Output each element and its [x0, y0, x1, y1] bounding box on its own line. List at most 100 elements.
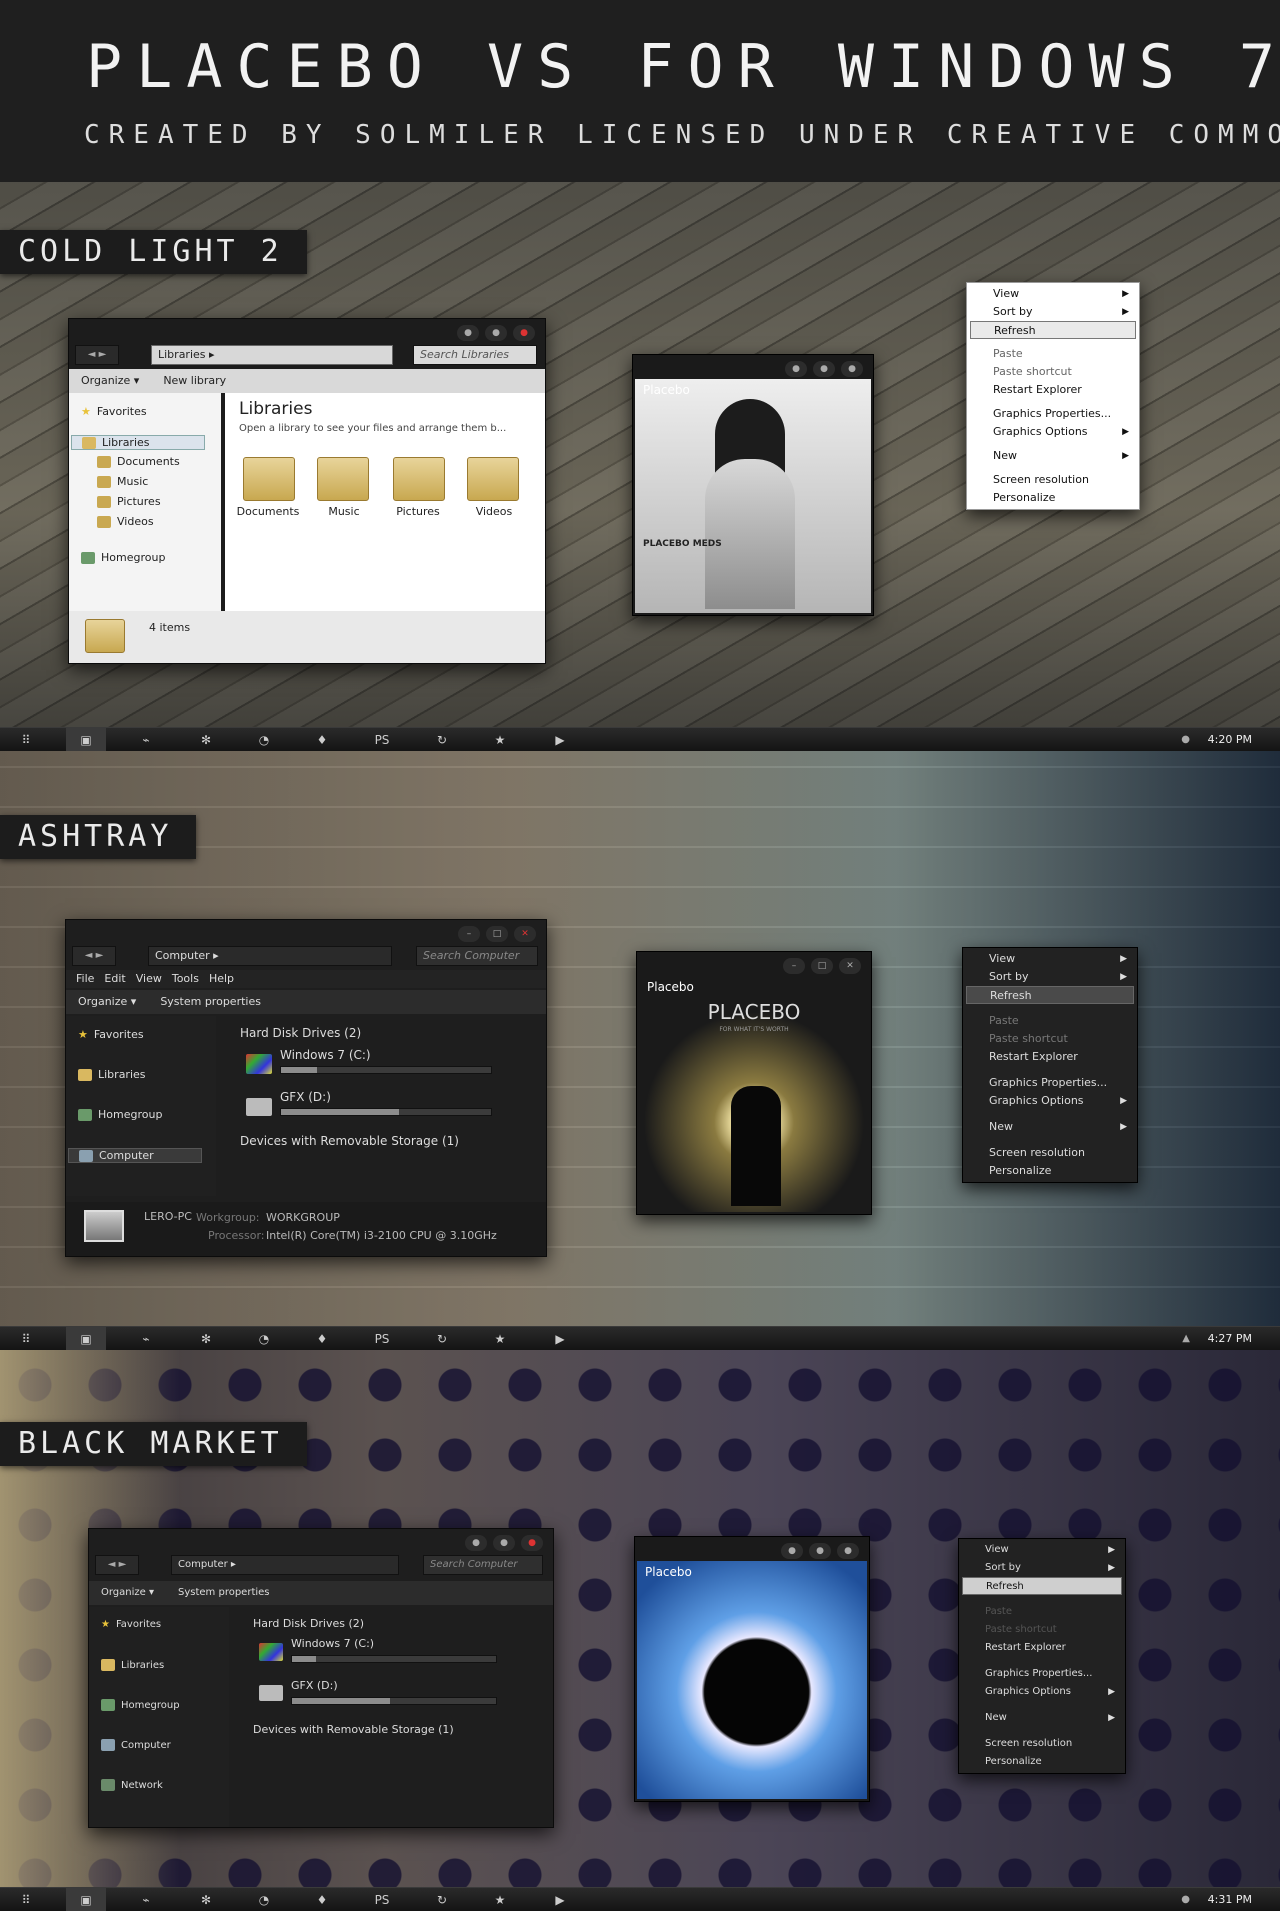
explorer-window[interactable]: ● ● ● ◄ ► Libraries ▸ Search Libraries O…: [68, 318, 546, 664]
nav-favorites[interactable]: ★ Favorites: [101, 1619, 161, 1630]
nav-favorites[interactable]: ★ Favorites: [81, 405, 147, 418]
nav-music[interactable]: Music: [97, 475, 148, 488]
close-button[interactable]: ✕: [839, 958, 861, 974]
minimize-button[interactable]: –: [458, 926, 480, 942]
music-folder-icon[interactable]: [317, 457, 369, 501]
refresh-taskbar-icon[interactable]: ↻: [422, 1888, 462, 1911]
nav-homegroup[interactable]: Homegroup: [78, 1108, 162, 1121]
firefox-taskbar-icon[interactable]: ◔: [244, 728, 284, 752]
play-taskbar-icon[interactable]: ▶: [540, 1888, 580, 1911]
menu-item-screen-resolution[interactable]: Screen resolution: [989, 1144, 1127, 1162]
clock[interactable]: 4:20 PM: [1208, 728, 1252, 752]
nav-homegroup[interactable]: Homegroup: [101, 1699, 180, 1711]
back-forward-buttons[interactable]: ◄ ►: [95, 1555, 139, 1575]
menu-item-refresh[interactable]: Refresh: [970, 321, 1136, 339]
search-input[interactable]: Search Computer: [423, 1555, 543, 1575]
menu-item-new[interactable]: New ▶: [993, 447, 1129, 465]
system-properties-button[interactable]: System properties: [160, 995, 261, 1008]
pictures-folder-icon[interactable]: [393, 457, 445, 501]
start-button[interactable]: ⠿: [6, 1888, 46, 1911]
photoshop-taskbar-icon[interactable]: PS: [362, 1888, 402, 1911]
play-taskbar-icon[interactable]: ▶: [540, 1327, 580, 1351]
menu-item-graphics-options[interactable]: Graphics Options ▶: [989, 1092, 1127, 1110]
organize-button[interactable]: Organize ▾: [78, 995, 136, 1008]
tray-icon[interactable]: ●: [1181, 1888, 1190, 1911]
minimize-button[interactable]: ●: [465, 1535, 487, 1551]
menu-edit[interactable]: Edit: [104, 972, 125, 985]
settings-taskbar-icon[interactable]: ✻: [186, 1888, 226, 1911]
search-input[interactable]: Search Libraries: [413, 345, 537, 365]
menu-item-sort-by[interactable]: Sort by ▶: [985, 1559, 1115, 1577]
back-forward-buttons[interactable]: ◄ ►: [72, 946, 116, 966]
drive-name[interactable]: GFX (D:): [291, 1679, 338, 1692]
menu-item-screen-resolution[interactable]: Screen resolution: [985, 1735, 1115, 1753]
new-library-button[interactable]: New library: [163, 374, 226, 387]
menu-item-paste[interactable]: Paste: [993, 345, 1129, 363]
favorites-taskbar-icon[interactable]: ★: [480, 1888, 520, 1911]
settings-taskbar-icon[interactable]: ✻: [186, 1327, 226, 1351]
minimize-button[interactable]: ●: [457, 325, 479, 341]
nav-libraries[interactable]: Libraries: [78, 1068, 146, 1081]
menu-item-paste[interactable]: Paste: [989, 1012, 1127, 1030]
menu-item-paste-shortcut[interactable]: Paste shortcut: [989, 1030, 1127, 1048]
start-button[interactable]: ⠿: [6, 1327, 46, 1351]
menu-item-personalize[interactable]: Personalize: [989, 1162, 1127, 1180]
photoshop-taskbar-icon[interactable]: PS: [362, 728, 402, 752]
media-player-window[interactable]: – □ ✕ PLACEBO FOR WHAT IT'S WORTH Placebo: [636, 951, 872, 1215]
tray-expand-icon[interactable]: ▲: [1182, 1327, 1190, 1351]
search-input[interactable]: Search Computer: [416, 946, 538, 966]
refresh-taskbar-icon[interactable]: ↻: [422, 1327, 462, 1351]
menu-item-paste-shortcut[interactable]: Paste shortcut: [993, 363, 1129, 381]
maximize-button[interactable]: ●: [493, 1535, 515, 1551]
back-forward-buttons[interactable]: ◄ ►: [75, 345, 119, 365]
system-properties-button[interactable]: System properties: [178, 1587, 270, 1598]
menu-item-sort-by[interactable]: Sort by ▶: [989, 968, 1127, 986]
activity-taskbar-icon[interactable]: ⌁: [126, 1327, 166, 1351]
nav-libraries[interactable]: Libraries: [71, 435, 205, 450]
menu-item-refresh[interactable]: Refresh: [966, 986, 1134, 1004]
drive-name[interactable]: Windows 7 (C:): [280, 1048, 371, 1062]
nav-network[interactable]: Network: [101, 1779, 163, 1791]
activity-taskbar-icon[interactable]: ⌁: [126, 1888, 166, 1911]
clock[interactable]: 4:27 PM: [1208, 1327, 1252, 1351]
maximize-button[interactable]: ●: [813, 361, 835, 377]
maximize-button[interactable]: □: [811, 958, 833, 974]
menu-help[interactable]: Help: [209, 972, 234, 985]
explorer-taskbar-icon[interactable]: ▣: [66, 1327, 106, 1351]
close-button[interactable]: ●: [521, 1535, 543, 1551]
explorer-window[interactable]: ● ● ● ◄ ► Computer ▸ Search Computer Org…: [88, 1528, 554, 1828]
menu-item-view[interactable]: View ▶: [985, 1541, 1115, 1559]
menu-file[interactable]: File: [76, 972, 94, 985]
maximize-button[interactable]: □: [486, 926, 508, 942]
nav-homegroup[interactable]: Homegroup: [81, 551, 165, 564]
menu-item-personalize[interactable]: Personalize: [993, 489, 1129, 507]
close-button[interactable]: ✕: [514, 926, 536, 942]
firefox-taskbar-icon[interactable]: ◔: [244, 1888, 284, 1911]
menu-item-paste[interactable]: Paste: [985, 1603, 1115, 1621]
play-taskbar-icon[interactable]: ▶: [540, 728, 580, 752]
nav-computer[interactable]: Computer: [68, 1148, 202, 1163]
address-bar[interactable]: Libraries ▸: [151, 345, 393, 365]
menu-item-graphics-options[interactable]: Graphics Options ▶: [993, 423, 1129, 441]
close-button[interactable]: ●: [841, 361, 863, 377]
menu-item-paste-shortcut[interactable]: Paste shortcut: [985, 1621, 1115, 1639]
media-player-window[interactable]: ● ● ● PLACEBO MEDS Placebo: [632, 354, 874, 616]
refresh-taskbar-icon[interactable]: ↻: [422, 728, 462, 752]
minimize-button[interactable]: ●: [785, 361, 807, 377]
menu-item-view[interactable]: View ▶: [993, 285, 1129, 303]
nav-libraries[interactable]: Libraries: [101, 1659, 164, 1671]
maximize-button[interactable]: ●: [809, 1543, 831, 1559]
videos-folder-icon[interactable]: [467, 457, 519, 501]
menu-item-restart-explorer[interactable]: Restart Explorer: [993, 381, 1129, 399]
app-taskbar-icon[interactable]: ♦: [302, 1888, 342, 1911]
nav-documents[interactable]: Documents: [97, 455, 180, 468]
menu-item-graphics-properties[interactable]: Graphics Properties...: [985, 1665, 1115, 1683]
menu-item-refresh[interactable]: Refresh: [962, 1577, 1122, 1595]
activity-taskbar-icon[interactable]: ⌁: [126, 728, 166, 752]
minimize-button[interactable]: –: [783, 958, 805, 974]
organize-button[interactable]: Organize ▾: [101, 1587, 154, 1598]
address-bar[interactable]: Computer ▸: [171, 1555, 399, 1575]
organize-button[interactable]: Organize ▾: [81, 374, 139, 387]
menu-item-view[interactable]: View ▶: [989, 950, 1127, 968]
maximize-button[interactable]: ●: [485, 325, 507, 341]
